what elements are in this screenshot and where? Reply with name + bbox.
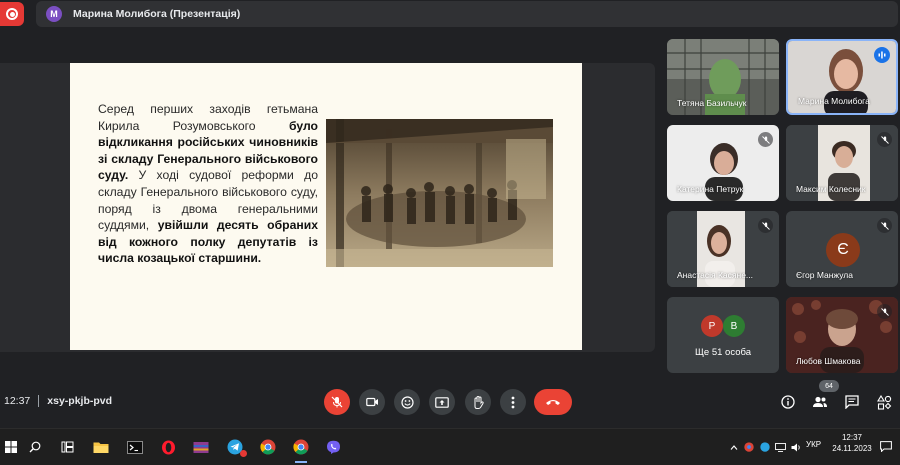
taskbar-chrome[interactable] bbox=[255, 434, 281, 460]
mic-off-icon bbox=[877, 304, 892, 319]
meet-window: M Марина Молибога (Презентація) Серед пе… bbox=[0, 0, 900, 465]
taskbar-telegram[interactable] bbox=[222, 434, 248, 460]
presentation-slide: Серед перших заходів гетьмана Кирила Роз… bbox=[70, 63, 582, 350]
chrome-icon bbox=[293, 439, 309, 455]
activities-button[interactable] bbox=[874, 392, 894, 412]
participant-name: Максим Колесник bbox=[796, 184, 866, 194]
participant-tile[interactable]: Любов Шмакова bbox=[786, 297, 898, 373]
volume-icon[interactable] bbox=[789, 439, 803, 455]
speaking-indicator-icon bbox=[874, 47, 890, 63]
mic-toggle-button[interactable] bbox=[324, 389, 350, 415]
people-count-badge: 64 bbox=[819, 380, 839, 392]
notification-badge-icon bbox=[240, 450, 247, 457]
meeting-info: 12:37 xsy-pkjb-pvd bbox=[4, 395, 112, 407]
more-participants-label: Ще 51 особа bbox=[695, 347, 751, 358]
mic-off-icon bbox=[758, 132, 773, 147]
separator bbox=[38, 395, 40, 407]
tray-telegram-icon[interactable] bbox=[758, 439, 772, 455]
reactions-button[interactable] bbox=[394, 389, 420, 415]
more-options-button[interactable] bbox=[500, 389, 526, 415]
system-clock[interactable]: 12:37 24.11.2023 bbox=[831, 432, 873, 454]
start-button[interactable] bbox=[0, 434, 24, 460]
participant-avatar: В bbox=[723, 315, 745, 337]
participant-tile[interactable]: Катерина Петрук bbox=[667, 125, 779, 201]
mic-off-icon bbox=[758, 218, 773, 233]
participant-tile[interactable]: Анастасія Касяне... bbox=[667, 211, 779, 287]
recording-icon[interactable] bbox=[0, 2, 24, 26]
more-participants-tile[interactable]: Р В Ще 51 особа bbox=[667, 297, 779, 373]
taskbar-chrome-active[interactable] bbox=[288, 434, 314, 463]
participant-name: Анастасія Касяне... bbox=[677, 270, 754, 280]
task-view-icon bbox=[61, 441, 73, 453]
shapes-icon bbox=[876, 394, 891, 410]
meeting-time: 12:37 bbox=[4, 395, 31, 407]
presenter-bar[interactable]: M Марина Молибога (Презентація) bbox=[36, 1, 898, 27]
meeting-code: xsy-pkjb-pvd bbox=[47, 395, 113, 407]
task-view-button[interactable] bbox=[54, 434, 80, 460]
participant-tile[interactable]: Тетяна Базильчук bbox=[667, 39, 779, 115]
participant-name: Любов Шмакова bbox=[796, 356, 861, 366]
search-button[interactable] bbox=[22, 434, 48, 460]
participant-name: Тетяна Базильчук bbox=[677, 98, 747, 108]
present-screen-button[interactable] bbox=[429, 389, 455, 415]
winrar-icon bbox=[193, 441, 209, 453]
meeting-details-button[interactable] bbox=[778, 392, 798, 412]
presenter-title: Марина Молибога (Презентація) bbox=[73, 8, 241, 20]
emoji-icon bbox=[400, 395, 414, 409]
clock-time: 12:37 bbox=[841, 433, 863, 442]
taskbar-terminal[interactable] bbox=[122, 434, 148, 460]
camera-toggle-button[interactable] bbox=[359, 389, 385, 415]
mic-off-icon bbox=[331, 396, 343, 408]
participant-tile[interactable]: Максим Колесник bbox=[786, 125, 898, 201]
windows-logo-icon bbox=[5, 441, 17, 453]
people-icon bbox=[813, 396, 827, 407]
mic-off-icon bbox=[877, 132, 892, 147]
hand-icon bbox=[474, 395, 484, 409]
opera-icon bbox=[161, 440, 175, 454]
info-icon bbox=[781, 395, 795, 409]
taskbar-app[interactable] bbox=[188, 434, 214, 460]
mic-off-icon bbox=[877, 218, 892, 233]
hang-up-icon bbox=[546, 400, 560, 405]
clock-date: 24.11.2023 bbox=[832, 444, 872, 453]
windows-taskbar: УКР 12:37 24.11.2023 bbox=[0, 428, 900, 465]
participant-name: Єгор Манжула bbox=[796, 270, 853, 280]
taskbar-file-explorer[interactable] bbox=[88, 434, 114, 460]
chat-button[interactable] bbox=[842, 392, 862, 412]
camera-icon bbox=[365, 397, 378, 407]
network-icon[interactable] bbox=[773, 439, 787, 455]
participant-name: Марина Молибога bbox=[798, 96, 870, 106]
people-button[interactable] bbox=[810, 392, 830, 412]
chat-icon bbox=[845, 395, 859, 409]
slide-text-part: Серед перших заходів гетьмана Кирила Роз… bbox=[98, 102, 318, 133]
slide-text: Серед перших заходів гетьмана Кирила Роз… bbox=[98, 101, 318, 267]
presenter-avatar: M bbox=[46, 6, 62, 22]
participant-avatar: Є bbox=[826, 233, 860, 267]
more-vert-icon bbox=[511, 396, 515, 408]
input-language[interactable]: УКР bbox=[806, 440, 821, 449]
present-icon bbox=[435, 396, 449, 408]
terminal-icon bbox=[127, 440, 143, 454]
tray-overflow-icon[interactable] bbox=[727, 439, 741, 455]
taskbar-opera[interactable] bbox=[155, 434, 181, 460]
taskbar-viber[interactable] bbox=[320, 434, 346, 460]
tray-chrome-icon[interactable] bbox=[742, 439, 756, 455]
viber-icon bbox=[326, 440, 340, 454]
participant-name: Катерина Петрук bbox=[677, 184, 744, 194]
participant-tile-speaking[interactable]: Марина Молибога bbox=[786, 39, 898, 115]
notification-center-icon[interactable] bbox=[880, 439, 892, 457]
leave-call-button[interactable] bbox=[534, 389, 572, 415]
historical-engraving-image bbox=[326, 119, 553, 267]
folder-icon bbox=[93, 442, 109, 453]
raise-hand-button[interactable] bbox=[465, 389, 491, 415]
participant-avatar: Р bbox=[701, 315, 723, 337]
search-icon bbox=[29, 441, 41, 453]
chrome-icon bbox=[260, 439, 276, 455]
participant-tile[interactable]: Є Єгор Манжула bbox=[786, 211, 898, 287]
